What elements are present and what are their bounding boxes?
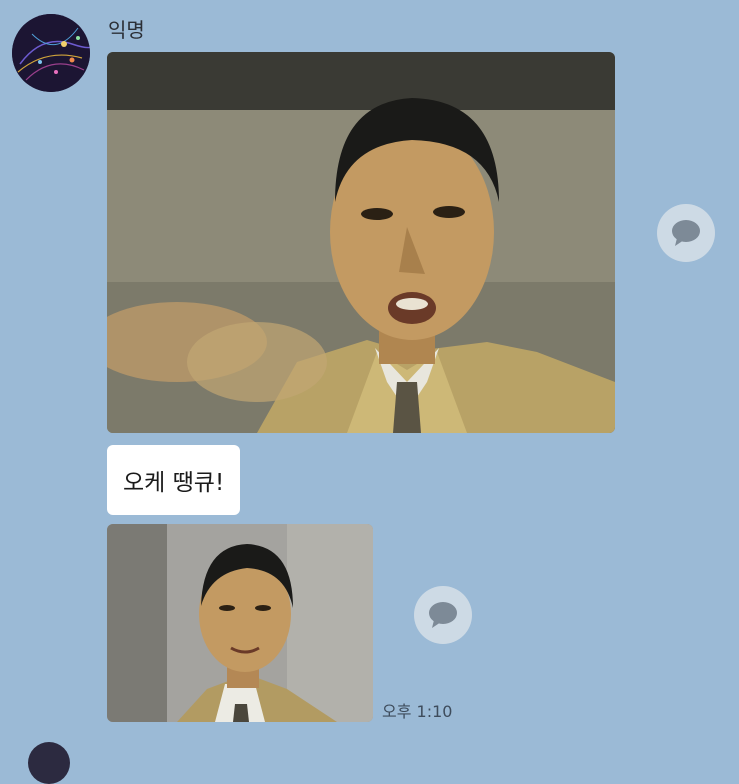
avatar-image	[12, 14, 90, 92]
avatar[interactable]	[28, 742, 70, 784]
share-button[interactable]	[657, 204, 715, 262]
speech-bubble-icon	[429, 602, 457, 628]
sender-name: 익명	[108, 18, 145, 42]
text-message-bubble[interactable]: 오케 땡큐!	[107, 445, 241, 515]
speech-bubble-icon	[672, 220, 700, 246]
photo-image	[107, 52, 615, 433]
photo-message[interactable]	[107, 524, 373, 722]
message-timestamp: 오후 1:10	[382, 702, 453, 721]
photo-image	[107, 524, 373, 722]
avatar[interactable]	[12, 14, 90, 92]
share-button[interactable]	[414, 586, 472, 644]
message-text: 오케 땡큐!	[123, 470, 225, 496]
photo-message[interactable]	[107, 52, 615, 433]
